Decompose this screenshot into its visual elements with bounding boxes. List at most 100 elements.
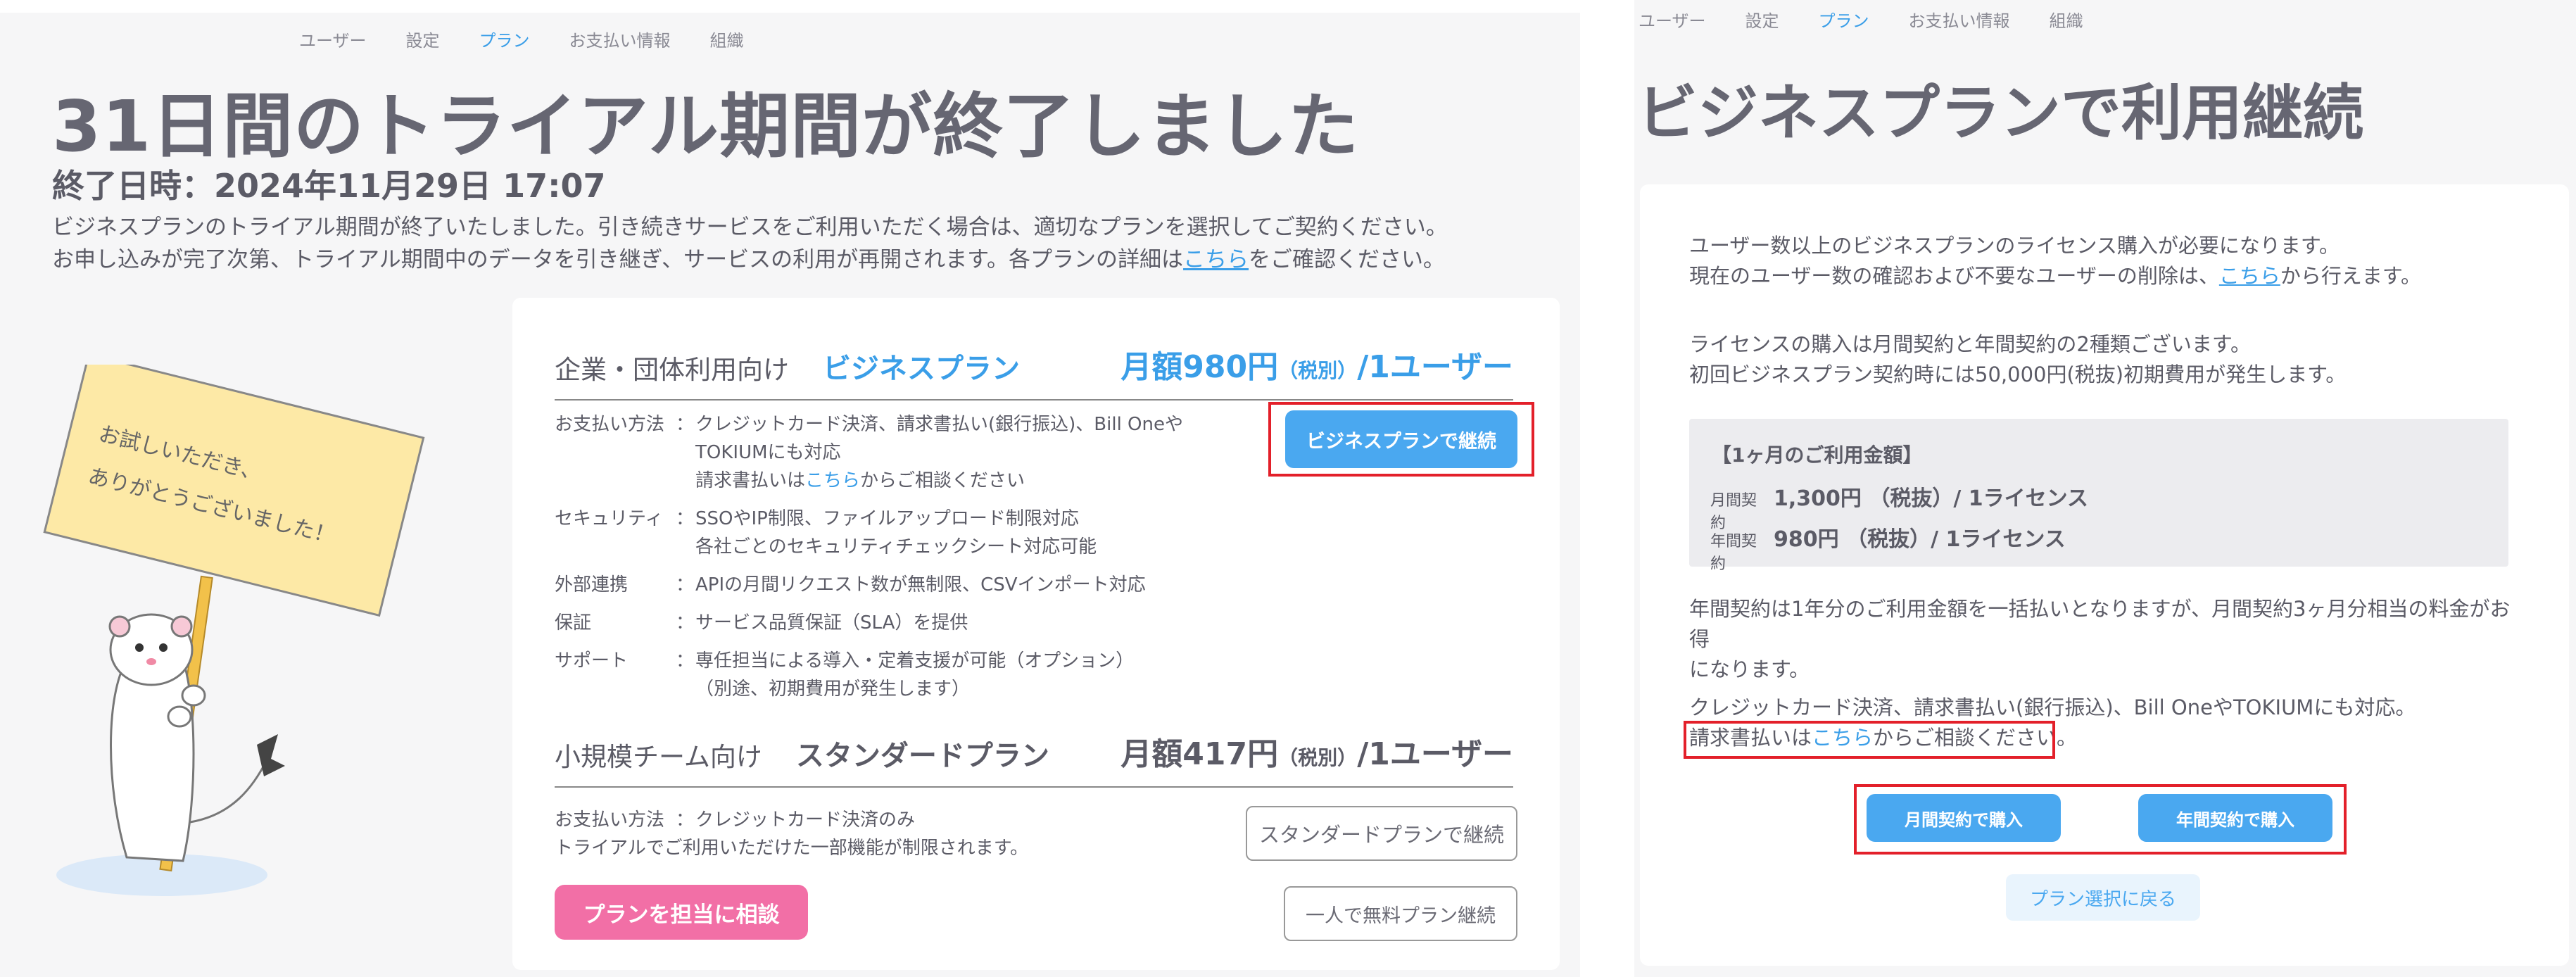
feature-colon: ：: [676, 414, 695, 435]
trial-ended-panel: ユーザー 設定 プラン お支払い情報 組織 31日間のトライアル期間が終了しまし…: [0, 13, 1580, 977]
feature-security: セキュリティ ： SSOやIP制限、ファイルアップロード制限対応 各社ごとのセキ…: [555, 505, 1188, 561]
feature-guarantee: 保証 ： サービス品質保証（SLA）を提供: [555, 609, 1188, 637]
feature-value: APIの月間リクエスト数が無制限、CSVインポート対応: [695, 571, 1188, 599]
business-plan-price: 月額980円（税別）/1ユーザー: [1120, 341, 1513, 386]
contract-info-line-1: ライセンスの購入は月間契約と年間契約の2種類ございます。: [1689, 332, 2251, 356]
feature-line: SSOやIP制限、ファイルアップロード制限対応: [695, 508, 1079, 529]
feature-key: お支払い方法: [555, 809, 665, 831]
price-main: 月額980円: [1120, 349, 1279, 385]
monthly-value: 1,300円 （税抜）/ 1ライセンス: [1774, 486, 2089, 511]
user-management-link[interactable]: こちら: [2219, 264, 2280, 288]
highlight-box: [1854, 784, 2347, 855]
feature-payment: お支払い方法 ： クレジットカード決済のみ: [555, 806, 1188, 834]
highlight-box: [1268, 402, 1534, 477]
plan-card: 企業・団体利用向け ビジネスプラン 月額980円（税別）/1ユーザー お支払い方…: [512, 298, 1560, 970]
business-plan-header: 企業・団体利用向け ビジネスプラン 月額980円（税別）/1ユーザー: [555, 341, 1513, 401]
yearly-note-line-2: になります。: [1689, 657, 1810, 681]
feature-key: 外部連携: [555, 574, 629, 595]
top-nav: ユーザー 設定 プラン お支払い情報 組織: [1639, 7, 2123, 32]
top-nav: ユーザー 設定 プラン お支払い情報 組織: [299, 27, 783, 51]
feature-colon: ：: [676, 809, 695, 831]
consult-plan-button[interactable]: プランを担当に相談: [555, 885, 808, 940]
business-plan-name: ビジネスプラン: [823, 353, 1020, 385]
continue-free-button[interactable]: 一人で無料プラン継続: [1284, 886, 1517, 941]
feature-key: セキュリティ: [555, 508, 664, 529]
feature-value: クレジットカード決済、請求書払い(銀行振込)、Bill Oneや TOKIUMに…: [695, 410, 1188, 495]
feature-line: 各社ごとのセキュリティチェックシート対応可能: [695, 536, 1097, 557]
nav-organization[interactable]: 組織: [2050, 7, 2083, 32]
feature-line: TOKIUMにも対応: [695, 442, 841, 463]
feature-key: 保証: [555, 612, 592, 634]
feature-value: サービス品質保証（SLA）を提供: [695, 609, 1188, 637]
yearly-value: 980円 （税抜）/ 1ライセンス: [1774, 527, 2066, 552]
feature-line: サービス品質保証（SLA）を提供: [695, 612, 968, 634]
business-plan-features: お支払い方法 ： クレジットカード決済、請求書払い(銀行振込)、Bill One…: [555, 410, 1188, 713]
nav-payment[interactable]: お支払い情報: [1909, 7, 2010, 32]
price-unit: /1ユーザー: [1357, 736, 1513, 772]
description-line-2: お申し込みが完了次第、トライアル期間中のデータを引き継ぎ、サービスの利用が再開さ…: [52, 244, 1448, 276]
feature-text: からご相談ください: [860, 470, 1025, 491]
feature-line: （別途、初期費用が発生します）: [695, 679, 971, 700]
feature-colon: ：: [676, 612, 695, 634]
feature-payment: お支払い方法 ： クレジットカード決済、請求書払い(銀行振込)、Bill One…: [555, 410, 1188, 495]
payment-note-line-1: クレジットカード決済、請求書払い(銀行振込)、Bill OneやTOKIUMにも…: [1689, 695, 2416, 719]
feature-value: SSOやIP制限、ファイルアップロード制限対応 各社ごとのセキュリティチェックシ…: [695, 505, 1188, 561]
feature-value: 専任担当による導入・定着支援が可能（オプション） （別途、初期費用が発生します）: [695, 647, 1188, 703]
license-info-text: 現在のユーザー数の確認および不要なユーザーの削除は、: [1689, 264, 2219, 288]
feature-colon: ：: [676, 574, 695, 595]
price-tax: （税別）: [1278, 359, 1358, 382]
feature-colon: ：: [676, 650, 695, 672]
business-continue-panel: ユーザー 設定 プラン お支払い情報 組織 ビジネスプランで利用継続 ユーザー数…: [1634, 0, 2576, 977]
yearly-note-line-1: 年間契約は1年分のご利用金額を一括払いとなりますが、月間契約3ヶ月分相当の料金が…: [1689, 597, 2511, 651]
feature-line: クレジットカード決済、請求書払い(銀行振込)、Bill Oneや: [695, 414, 1183, 435]
license-info: ユーザー数以上のビジネスプランのライセンス購入が必要になります。 現在のユーザー…: [1689, 231, 2421, 291]
monthly-price-box: 【1ヶ月のご利用金額】 月間契約 1,300円 （税抜）/ 1ライセンス 年間契…: [1689, 419, 2508, 573]
price-tax: （税別）: [1278, 746, 1358, 769]
price-box-title: 【1ヶ月のご利用金額】: [1712, 443, 1923, 467]
standard-plan-target: 小規模チーム向け: [555, 742, 762, 772]
back-to-plan-button[interactable]: プラン選択に戻る: [2006, 874, 2200, 921]
license-info-text: から行えます。: [2280, 264, 2421, 288]
description-line-1: ビジネスプランのトライアル期間が終了いたしました。引き続きサービスをご利用いただ…: [52, 215, 1448, 240]
standard-plan-note: トライアルでご利用いただけた一部機能が制限されます。: [555, 838, 1029, 859]
feature-line: 請求書払いはこちらからご相談ください: [695, 467, 1188, 495]
standard-plan-header: 小規模チーム向け スタンダードプラン 月額417円（税別）/1ユーザー: [555, 729, 1513, 788]
license-info-line-1: ユーザー数以上のビジネスプランのライセンス購入が必要になります。: [1689, 234, 2340, 258]
nav-settings[interactable]: 設定: [406, 27, 440, 51]
ferret-sign-illustration: お試しいただき、 ありがとうございました！: [21, 353, 443, 928]
feature-support: サポート ： 専任担当による導入・定着支援が可能（オプション） （別途、初期費用…: [555, 647, 1188, 703]
end-datetime: 終了日時：2024年11月29日 17:07: [52, 167, 606, 205]
nav-users[interactable]: ユーザー: [1639, 7, 1706, 32]
contract-info: ライセンスの購入は月間契約と年間契約の2種類ございます。 初回ビジネスプラン契約…: [1689, 329, 2346, 390]
continue-standard-button[interactable]: スタンダードプランで継続: [1246, 806, 1517, 861]
license-info-line-2: 現在のユーザー数の確認および不要なユーザーの削除は、こちらから行えます。: [1689, 261, 2421, 291]
highlight-box: [1684, 721, 2055, 759]
invoice-consult-link[interactable]: こちら: [805, 470, 860, 491]
feature-key: お支払い方法: [555, 414, 665, 435]
description: ビジネスプランのトライアル期間が終了いたしました。引き続きサービスをご利用いただ…: [52, 211, 1448, 276]
price-main: 月額417円: [1120, 736, 1279, 772]
purchase-card: ユーザー数以上のビジネスプランのライセンス購入が必要になります。 現在のユーザー…: [1640, 184, 2569, 966]
yearly-price-row: 年間契約 980円 （税抜）/ 1ライセンス: [1710, 522, 2066, 574]
standard-plan-name: スタンダードプラン: [795, 740, 1049, 772]
nav-settings[interactable]: 設定: [1745, 7, 1779, 32]
nav-plan[interactable]: プラン: [479, 27, 530, 51]
nav-payment[interactable]: お支払い情報: [569, 27, 671, 51]
feature-colon: ：: [676, 508, 695, 529]
nav-organization[interactable]: 組織: [710, 27, 744, 51]
standard-plan-features: お支払い方法 ： クレジットカード決済のみ トライアルでご利用いただけた一部機能…: [555, 806, 1188, 862]
price-unit: /1ユーザー: [1357, 349, 1513, 385]
nav-users[interactable]: ユーザー: [299, 27, 367, 51]
feature-line: APIの月間リクエスト数が無制限、CSVインポート対応: [695, 574, 1146, 595]
feature-value: クレジットカード決済のみ: [695, 809, 916, 831]
yearly-label: 年間契約: [1710, 533, 1757, 573]
description-text: お申し込みが完了次第、トライアル期間中のデータを引き継ぎ、サービスの利用が再開さ…: [52, 247, 1184, 272]
nav-plan[interactable]: プラン: [1819, 7, 1869, 32]
feature-integration: 外部連携 ： APIの月間リクエスト数が無制限、CSVインポート対応: [555, 571, 1188, 599]
contract-info-line-2: 初回ビジネスプラン契約時には50,000円(税抜)初期費用が発生します。: [1689, 363, 2347, 386]
business-plan-target: 企業・団体利用向け: [555, 355, 789, 385]
page-title: 31日間のトライアル期間が終了しました: [52, 85, 1360, 168]
yearly-note: 年間契約は1年分のご利用金額を一括払いとなりますが、月間契約3ヶ月分相当の料金が…: [1689, 594, 2527, 685]
plan-details-link[interactable]: こちら: [1183, 247, 1249, 272]
feature-line: 専任担当による導入・定着支援が可能（オプション）: [695, 650, 1135, 672]
